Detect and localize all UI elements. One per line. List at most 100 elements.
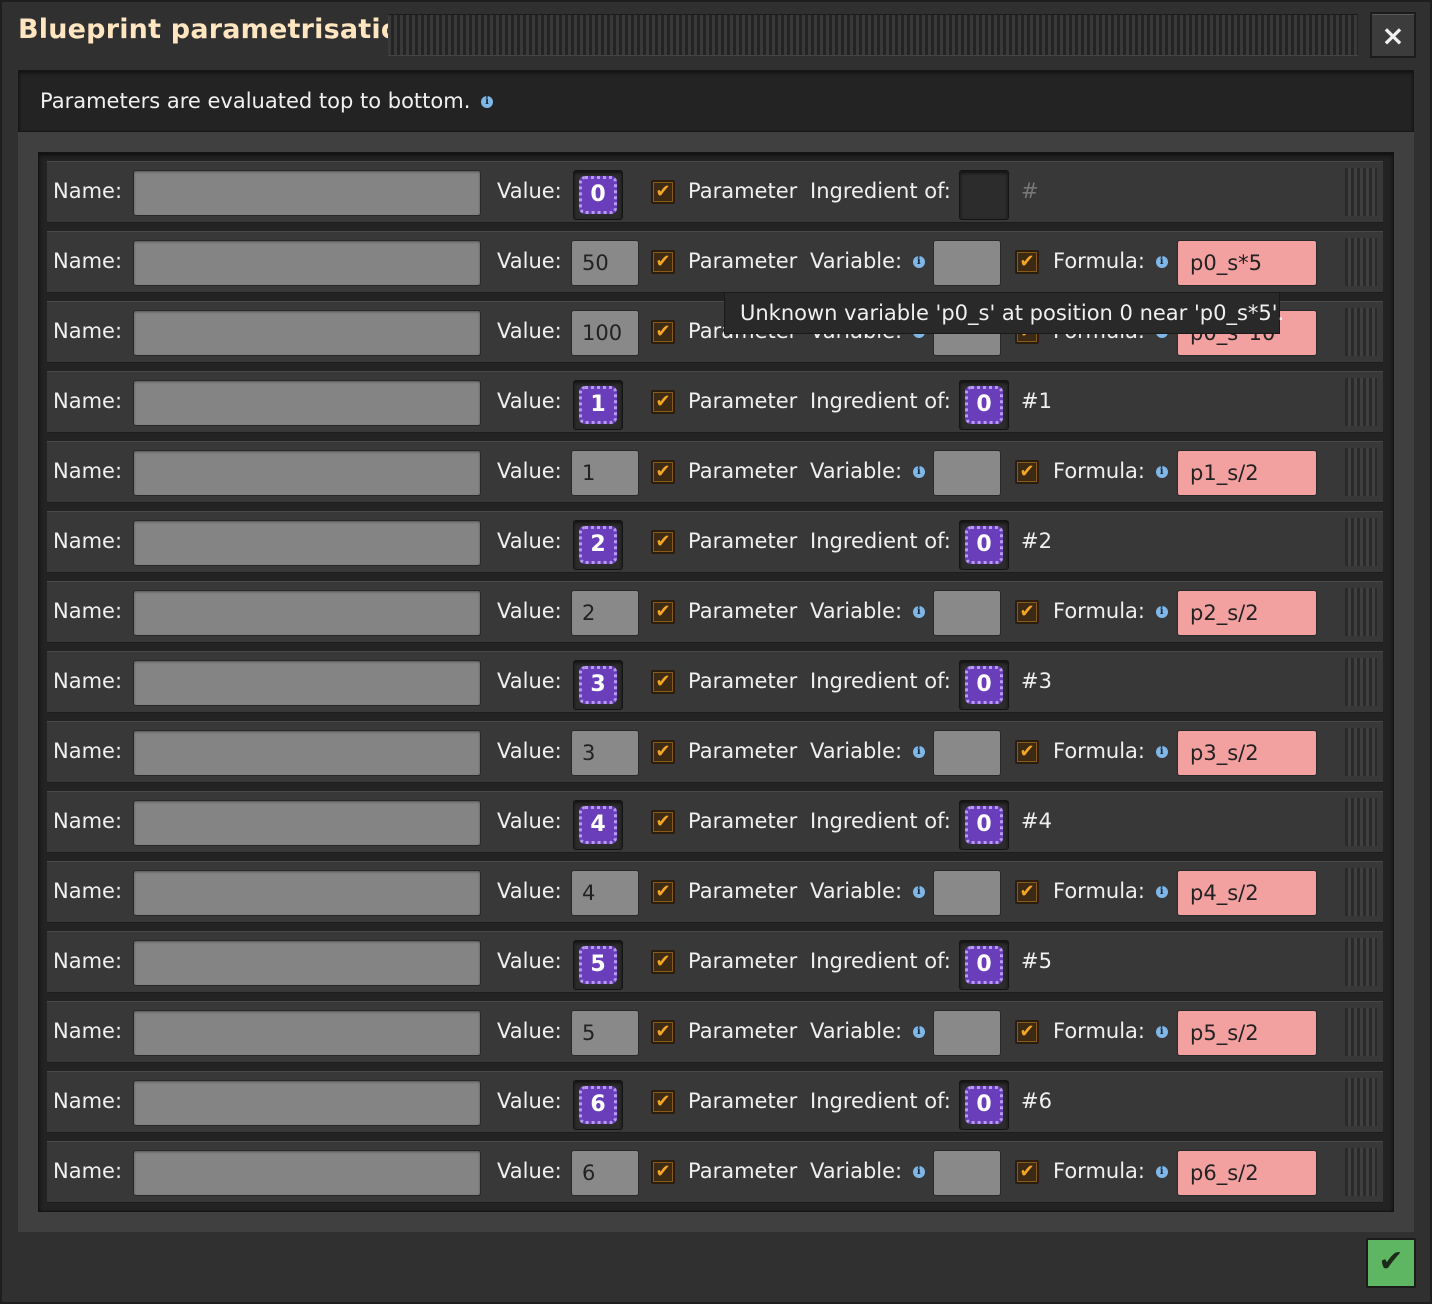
value-slot[interactable]: 6 [573,1080,623,1130]
name-input[interactable] [133,1010,481,1056]
row-drag-handle[interactable] [1345,518,1377,566]
name-input[interactable] [133,940,481,986]
variable-input[interactable] [933,1010,1001,1056]
value-input[interactable]: 50 [571,240,639,286]
info-icon[interactable]: i [1155,606,1168,618]
parameter-checkbox[interactable]: ✔ [651,740,675,764]
value-input[interactable]: 6 [571,1150,639,1196]
row-drag-handle[interactable] [1345,168,1377,216]
formula-input[interactable]: p0_s*5 [1177,240,1317,286]
name-input[interactable] [133,1080,481,1126]
formula-input[interactable]: p6_s/2 [1177,1150,1317,1196]
parameter-checkbox[interactable]: ✔ [651,950,675,974]
info-icon[interactable]: i [912,606,925,618]
parameter-checkbox[interactable]: ✔ [651,1020,675,1044]
value-input[interactable]: 100 [571,310,639,356]
parameter-checkbox[interactable]: ✔ [651,390,675,414]
name-input[interactable] [133,170,481,216]
value-input[interactable]: 5 [571,1010,639,1056]
parameter-checkbox[interactable]: ✔ [651,180,675,204]
row-drag-handle[interactable] [1345,798,1377,846]
info-icon[interactable]: i [1155,746,1168,758]
value-input[interactable]: 3 [571,730,639,776]
ingredient-of-slot[interactable]: 0 [959,520,1009,570]
info-icon[interactable]: i [481,96,494,108]
parameter-checkbox[interactable]: ✔ [651,880,675,904]
name-input[interactable] [133,380,481,426]
ingredient-of-slot[interactable]: 0 [959,1080,1009,1130]
formula-input[interactable]: p1_s/2 [1177,450,1317,496]
name-input[interactable] [133,240,481,286]
formula-checkbox[interactable]: ✔ [1015,1020,1039,1044]
ingredient-of-slot[interactable]: 0 [959,800,1009,850]
formula-input[interactable]: p5_s/2 [1177,1010,1317,1056]
name-input[interactable] [133,660,481,706]
value-slot[interactable]: 0 [573,170,623,220]
variable-input[interactable] [933,1150,1001,1196]
parameter-checkbox[interactable]: ✔ [651,460,675,484]
name-input[interactable] [133,800,481,846]
formula-input[interactable]: p2_s/2 [1177,590,1317,636]
name-input[interactable] [133,730,481,776]
info-icon[interactable]: i [912,886,925,898]
ingredient-of-slot[interactable]: 0 [959,660,1009,710]
close-button[interactable]: × [1370,12,1416,58]
row-drag-handle[interactable] [1345,448,1377,496]
parameter-checkbox[interactable]: ✔ [651,670,675,694]
name-input[interactable] [133,870,481,916]
parameter-checkbox[interactable]: ✔ [651,530,675,554]
row-drag-handle[interactable] [1345,1148,1377,1196]
formula-checkbox[interactable]: ✔ [1015,1160,1039,1184]
info-icon[interactable]: i [912,1166,925,1178]
formula-input[interactable]: p4_s/2 [1177,870,1317,916]
value-input[interactable]: 4 [571,870,639,916]
info-icon[interactable]: i [1155,256,1168,268]
formula-checkbox[interactable]: ✔ [1015,600,1039,624]
row-drag-handle[interactable] [1345,1008,1377,1056]
variable-input[interactable] [933,590,1001,636]
info-icon[interactable]: i [912,746,925,758]
value-slot[interactable]: 1 [573,380,623,430]
value-input[interactable]: 1 [571,450,639,496]
info-icon[interactable]: i [1155,886,1168,898]
parameter-checkbox[interactable]: ✔ [651,250,675,274]
info-icon[interactable]: i [912,1026,925,1038]
ingredient-of-slot[interactable]: 0 [959,940,1009,990]
window-drag-handle[interactable] [388,14,1358,56]
value-slot[interactable]: 5 [573,940,623,990]
name-input[interactable] [133,450,481,496]
confirm-button[interactable]: ✔ [1366,1238,1416,1288]
row-drag-handle[interactable] [1345,1078,1377,1126]
value-slot[interactable]: 3 [573,660,623,710]
formula-checkbox[interactable]: ✔ [1015,740,1039,764]
formula-checkbox[interactable]: ✔ [1015,460,1039,484]
parameter-checkbox[interactable]: ✔ [651,320,675,344]
row-drag-handle[interactable] [1345,378,1377,426]
formula-checkbox[interactable]: ✔ [1015,880,1039,904]
info-icon[interactable]: i [1155,1026,1168,1038]
info-icon[interactable]: i [1155,1166,1168,1178]
info-icon[interactable]: i [912,466,925,478]
row-drag-handle[interactable] [1345,938,1377,986]
row-drag-handle[interactable] [1345,588,1377,636]
variable-input[interactable] [933,450,1001,496]
formula-input[interactable]: p3_s/2 [1177,730,1317,776]
ingredient-of-slot[interactable] [959,170,1009,220]
row-drag-handle[interactable] [1345,658,1377,706]
row-drag-handle[interactable] [1345,728,1377,776]
value-slot[interactable]: 2 [573,520,623,570]
row-drag-handle[interactable] [1345,308,1377,356]
variable-input[interactable] [933,870,1001,916]
formula-checkbox[interactable]: ✔ [1015,250,1039,274]
name-input[interactable] [133,1150,481,1196]
row-drag-handle[interactable] [1345,238,1377,286]
value-slot[interactable]: 4 [573,800,623,850]
name-input[interactable] [133,590,481,636]
variable-input[interactable] [933,240,1001,286]
parameter-checkbox[interactable]: ✔ [651,600,675,624]
name-input[interactable] [133,520,481,566]
name-input[interactable] [133,310,481,356]
parameter-checkbox[interactable]: ✔ [651,810,675,834]
parameter-checkbox[interactable]: ✔ [651,1090,675,1114]
info-icon[interactable]: i [912,256,925,268]
